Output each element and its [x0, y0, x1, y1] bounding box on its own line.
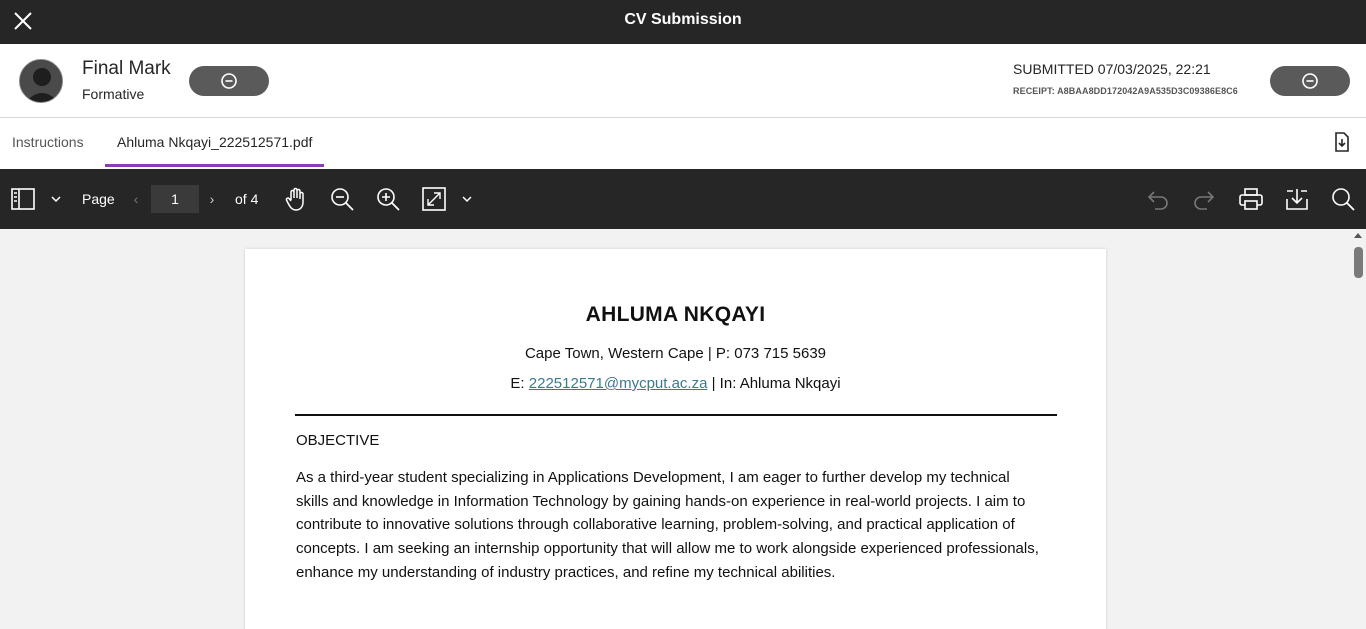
- tab-bar: Instructions Ahluma Nkqayi_222512571.pdf: [0, 118, 1366, 169]
- pdf-viewer: AHLUMA NKQAYI Cape Town, Western Cape | …: [0, 229, 1366, 629]
- divider: [295, 414, 1057, 416]
- cv-name: AHLUMA NKQAYI: [585, 303, 766, 326]
- redo-icon[interactable]: [1189, 184, 1219, 214]
- mark-toggle-button[interactable]: [189, 66, 269, 96]
- next-page-button[interactable]: ›: [202, 185, 222, 213]
- download-icon[interactable]: [1282, 184, 1312, 214]
- page-label: Page: [82, 191, 115, 207]
- page-count: of 4: [235, 191, 259, 207]
- minus-circle-icon: [1302, 73, 1318, 89]
- avatar: [19, 59, 63, 103]
- fit-page-icon[interactable]: [419, 184, 449, 214]
- zoom-out-icon[interactable]: [327, 184, 357, 214]
- final-mark-subtitle: Formative: [82, 86, 145, 102]
- objective-paragraph: As a third-year student specializing in …: [296, 469, 1039, 581]
- minus-circle-icon: [221, 73, 237, 89]
- document-download-icon[interactable]: [1333, 132, 1351, 152]
- undo-icon[interactable]: [1143, 184, 1173, 214]
- previous-page-button[interactable]: ‹: [126, 185, 146, 213]
- email-link[interactable]: 222512571@mycput.ac.za: [529, 375, 708, 392]
- tab-pdf-file[interactable]: Ahluma Nkqayi_222512571.pdf: [105, 118, 325, 167]
- window-title: CV Submission: [624, 11, 742, 28]
- scrollbar[interactable]: [1350, 229, 1366, 629]
- tab-instructions[interactable]: Instructions: [12, 118, 84, 167]
- receipt-id: RECEIPT: A8BAA8DD172042A9A535D3C09386E8C…: [1013, 86, 1238, 96]
- pdf-page: AHLUMA NKQAYI Cape Town, Western Cape | …: [245, 249, 1106, 629]
- cv-email-line: E: 222512571@mycput.ac.za | In: Ahluma N…: [245, 375, 1106, 392]
- email-prefix: E:: [510, 375, 529, 392]
- submission-toggle-button[interactable]: [1270, 66, 1350, 96]
- pan-hand-icon[interactable]: [281, 184, 311, 214]
- search-icon[interactable]: [1328, 184, 1358, 214]
- section-heading-objective: OBJECTIVE: [296, 432, 380, 449]
- title-bar: CV Submission: [0, 0, 1366, 44]
- zoom-in-icon[interactable]: [373, 184, 403, 214]
- submission-header: Final Mark Formative SUBMITTED 07/03/202…: [0, 44, 1366, 118]
- chevron-down-icon[interactable]: [44, 184, 68, 214]
- submitted-timestamp: SUBMITTED 07/03/2025, 22:21: [1013, 61, 1211, 77]
- cv-contact-line: Cape Town, Western Cape | P: 073 715 563…: [524, 345, 827, 362]
- pdf-toolbar: Page ‹ › of 4: [0, 169, 1366, 229]
- scrollbar-thumb[interactable]: [1354, 247, 1363, 278]
- print-icon[interactable]: [1236, 184, 1266, 214]
- scroll-up-arrow-icon[interactable]: [1354, 233, 1362, 238]
- final-mark-title: Final Mark: [82, 58, 171, 79]
- sidebar-toggle-icon[interactable]: [8, 184, 38, 214]
- linkedin-text: | In: Ahluma Nkqayi: [707, 375, 841, 392]
- page-number-input[interactable]: [151, 185, 199, 213]
- chevron-down-icon[interactable]: [455, 184, 479, 214]
